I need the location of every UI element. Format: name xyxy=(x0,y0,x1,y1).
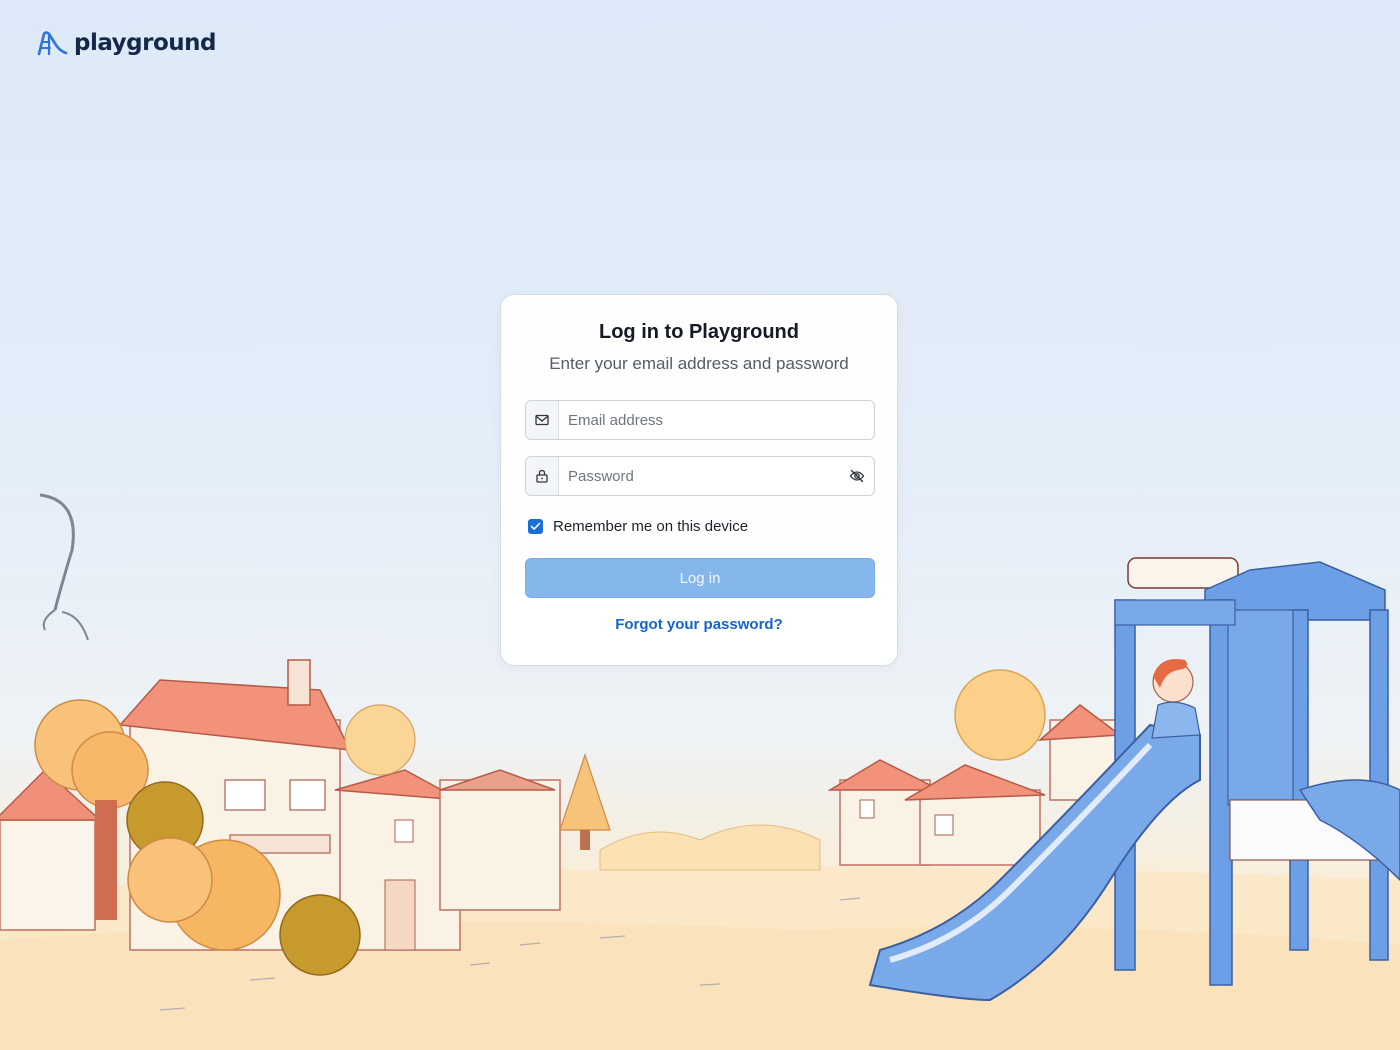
email-input[interactable] xyxy=(559,401,874,439)
login-button[interactable]: Log in xyxy=(525,558,875,598)
remember-checkbox[interactable] xyxy=(528,519,543,534)
login-subtitle: Enter your email address and password xyxy=(549,354,849,373)
login-title: Log in to Playground xyxy=(599,321,799,343)
login-card: Log in to Playground Enter your email ad… xyxy=(500,294,898,666)
slide-logo-icon xyxy=(37,31,68,56)
eye-off-icon[interactable] xyxy=(840,457,874,495)
remember-label: Remember me on this device xyxy=(553,518,749,535)
password-input[interactable] xyxy=(559,457,840,495)
forgot-password-link[interactable]: Forgot your password? xyxy=(501,616,897,633)
login-page: playground Log in to Playground Enter yo… xyxy=(0,0,1400,1050)
password-field xyxy=(525,456,875,496)
remember-me[interactable]: Remember me on this device xyxy=(528,518,748,535)
brand-logo[interactable]: playground xyxy=(36,28,216,58)
mail-icon xyxy=(526,401,559,439)
email-field xyxy=(525,400,875,440)
check-icon xyxy=(530,522,541,530)
lock-icon xyxy=(526,457,559,495)
brand-name: playground xyxy=(74,30,216,56)
